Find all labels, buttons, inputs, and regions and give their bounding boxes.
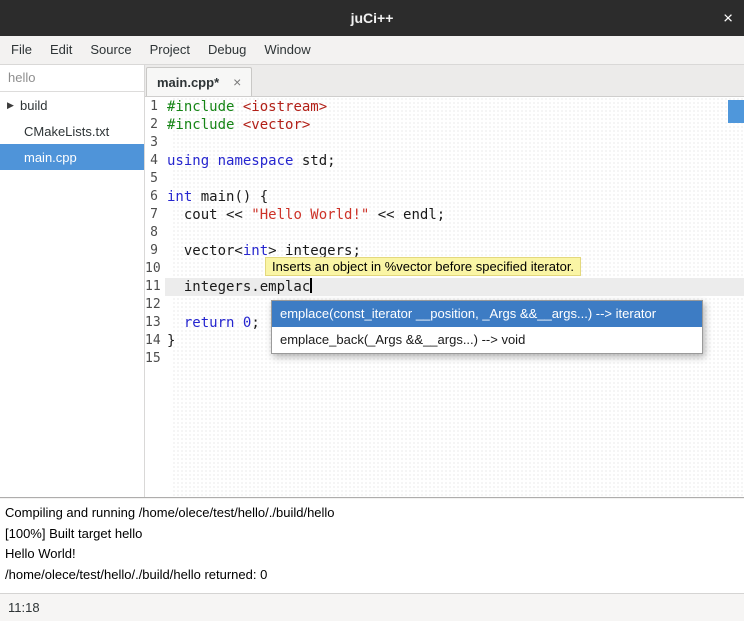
output-line: [100%] Built target hello bbox=[5, 524, 739, 545]
code-token: cout << bbox=[167, 207, 251, 223]
code-line-content bbox=[165, 134, 744, 152]
code-token: "Hello World!" bbox=[251, 207, 369, 223]
code-token: int bbox=[167, 189, 192, 205]
output-panel: Compiling and running /home/olece/test/h… bbox=[0, 499, 744, 593]
code-line-content: cout << "Hello World!" << endl; bbox=[165, 206, 744, 224]
code-line[interactable]: 6int main() { bbox=[145, 188, 744, 206]
code-line[interactable]: 7 cout << "Hello World!" << endl; bbox=[145, 206, 744, 224]
window-title: juCi++ bbox=[351, 10, 394, 26]
code-line[interactable]: 11 integers.emplac bbox=[145, 278, 744, 296]
statusbar: 11:18 bbox=[0, 593, 744, 621]
output-line: /home/olece/test/hello/./build/hello ret… bbox=[5, 565, 739, 586]
menu-item-source[interactable]: Source bbox=[81, 36, 140, 64]
tree-item-build[interactable]: ▶ build bbox=[0, 92, 144, 118]
code-token bbox=[209, 153, 217, 169]
code-token bbox=[234, 117, 242, 133]
code-token: ; bbox=[251, 315, 259, 331]
line-number: 7 bbox=[145, 206, 165, 224]
menu-item-window[interactable]: Window bbox=[255, 36, 319, 64]
code-line[interactable]: 5 bbox=[145, 170, 744, 188]
tree-item-label: main.cpp bbox=[24, 150, 77, 165]
code-token: } bbox=[167, 333, 175, 349]
code-token: #include bbox=[167, 117, 234, 133]
line-number: 12 bbox=[145, 296, 165, 314]
code-line[interactable]: 2#include <vector> bbox=[145, 116, 744, 134]
completion-item[interactable]: emplace(const_iterator __position, _Args… bbox=[272, 301, 702, 327]
code-editor[interactable]: 1#include <iostream>2#include <vector>34… bbox=[145, 97, 744, 497]
menu-item-project[interactable]: Project bbox=[141, 36, 199, 64]
line-number: 10 bbox=[145, 260, 165, 278]
line-number: 4 bbox=[145, 152, 165, 170]
doc-tooltip: Inserts an object in %vector before spec… bbox=[265, 257, 581, 276]
completion-item[interactable]: emplace_back(_Args &&__args...) --> void bbox=[272, 327, 702, 353]
scrollbar-thumb[interactable] bbox=[728, 100, 744, 123]
tree-item-label: build bbox=[20, 98, 47, 113]
completion-popup: emplace(const_iterator __position, _Args… bbox=[271, 300, 703, 354]
menubar: File Edit Source Project Debug Window bbox=[0, 36, 744, 65]
code-token bbox=[167, 315, 184, 331]
line-number: 14 bbox=[145, 332, 165, 350]
close-icon[interactable]: × bbox=[723, 10, 733, 27]
code-token: main() { bbox=[192, 189, 268, 205]
code-token: vector< bbox=[167, 243, 243, 259]
tabbar: main.cpp* × bbox=[145, 65, 744, 97]
line-number: 13 bbox=[145, 314, 165, 332]
code-line[interactable]: 1#include <iostream> bbox=[145, 98, 744, 116]
code-line[interactable]: 8 bbox=[145, 224, 744, 242]
main-area: hello ▶ build CMakeLists.txt main.cpp ma… bbox=[0, 65, 744, 497]
code-line-content bbox=[165, 224, 744, 242]
code-token bbox=[234, 315, 242, 331]
tab-label: main.cpp* bbox=[157, 75, 219, 90]
code-token: integers.emplac bbox=[167, 279, 310, 295]
code-line-content: using namespace std; bbox=[165, 152, 744, 170]
editor-column: main.cpp* × 1#include <iostream>2#includ… bbox=[145, 65, 744, 497]
code-line-content: #include <vector> bbox=[165, 116, 744, 134]
line-number: 1 bbox=[145, 98, 165, 116]
tree-item-label: CMakeLists.txt bbox=[24, 124, 109, 139]
line-number: 8 bbox=[145, 224, 165, 242]
line-number: 9 bbox=[145, 242, 165, 260]
titlebar[interactable]: juCi++ × bbox=[0, 0, 744, 36]
line-number: 5 bbox=[145, 170, 165, 188]
project-root-label[interactable]: hello bbox=[0, 65, 144, 92]
line-number: 6 bbox=[145, 188, 165, 206]
output-line: Compiling and running /home/olece/test/h… bbox=[5, 503, 739, 524]
text-cursor bbox=[310, 278, 312, 293]
code-line-content bbox=[165, 170, 744, 188]
code-token: std; bbox=[293, 153, 335, 169]
line-number: 2 bbox=[145, 116, 165, 134]
menu-item-file[interactable]: File bbox=[2, 36, 41, 64]
code-token: namespace bbox=[218, 153, 294, 169]
code-line-content: integers.emplac bbox=[165, 278, 744, 296]
cursor-position: 11:18 bbox=[8, 600, 40, 615]
tree-item-cmakelists[interactable]: CMakeLists.txt bbox=[0, 118, 144, 144]
file-tree: hello ▶ build CMakeLists.txt main.cpp bbox=[0, 65, 145, 497]
output-line: Hello World! bbox=[5, 544, 739, 565]
code-token: << endl; bbox=[369, 207, 445, 223]
tab-close-icon[interactable]: × bbox=[233, 75, 241, 89]
code-token: <iostream> bbox=[243, 99, 327, 115]
menu-item-edit[interactable]: Edit bbox=[41, 36, 81, 64]
line-number: 3 bbox=[145, 134, 165, 152]
line-number: 15 bbox=[145, 350, 165, 368]
expander-icon[interactable]: ▶ bbox=[7, 100, 20, 111]
code-line[interactable]: 3 bbox=[145, 134, 744, 152]
code-token: using bbox=[167, 153, 209, 169]
code-line-content: #include <iostream> bbox=[165, 98, 744, 116]
code-token bbox=[234, 99, 242, 115]
code-token: return bbox=[184, 315, 235, 331]
tab-maincpp[interactable]: main.cpp* × bbox=[146, 67, 252, 96]
code-line[interactable]: 4using namespace std; bbox=[145, 152, 744, 170]
code-token: <vector> bbox=[243, 117, 310, 133]
code-token: #include bbox=[167, 99, 234, 115]
menu-item-debug[interactable]: Debug bbox=[199, 36, 255, 64]
tree-item-maincpp[interactable]: main.cpp bbox=[0, 144, 144, 170]
app-window: juCi++ × File Edit Source Project Debug … bbox=[0, 0, 744, 621]
line-number: 11 bbox=[145, 278, 165, 296]
code-line-content: int main() { bbox=[165, 188, 744, 206]
